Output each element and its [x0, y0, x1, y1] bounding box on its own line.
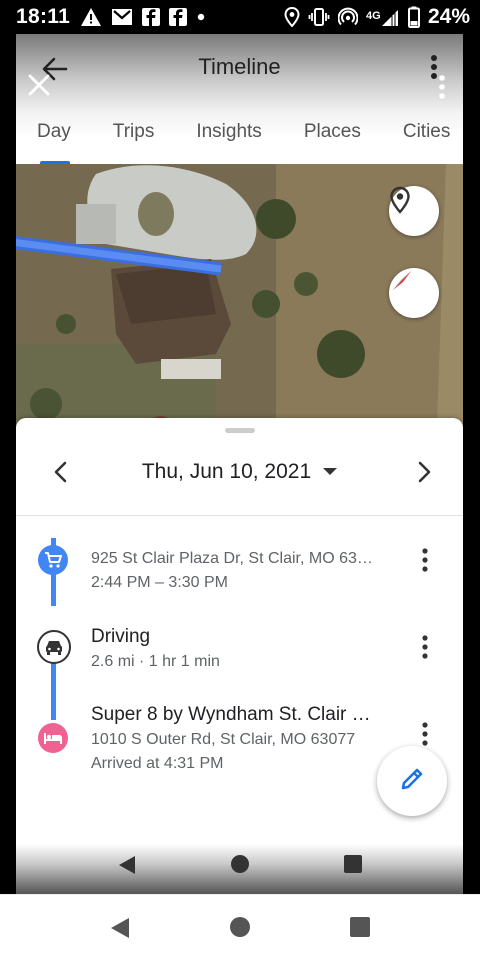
compass-button[interactable]: [389, 268, 439, 318]
home-circle-icon[interactable]: [230, 854, 250, 879]
page-title: Timeline: [198, 54, 281, 79]
notification-icons: [80, 7, 206, 27]
location-button[interactable]: [389, 186, 439, 236]
edit-button[interactable]: [377, 746, 447, 816]
pencil-icon: [398, 765, 426, 798]
tab-cities[interactable]: Cities: [382, 116, 463, 164]
battery-icon: [407, 6, 420, 28]
signal-icon: 4G: [366, 7, 400, 27]
facebook-icon: [142, 8, 161, 26]
date-picker[interactable]: Thu, Jun 10, 2021: [16, 460, 463, 484]
tab-bar: Day Trips Insights Places Cities: [16, 116, 463, 165]
shopping-cart-icon: [38, 545, 68, 575]
location-icon: [284, 7, 300, 27]
timeline-bottom-sheet: Thu, Jun 10, 2021 925 St Clair Plaza Dr,…: [16, 418, 463, 894]
tab-places[interactable]: Places: [283, 116, 382, 164]
timeline-screen: Timeline Day Trips Insights Places Citie…: [16, 34, 463, 894]
place-title[interactable]: Super 8 by Wyndham St. Clair …: [91, 704, 371, 726]
activity-title[interactable]: Driving: [91, 626, 150, 648]
warning-icon: [80, 7, 102, 27]
navigation-bar: [0, 894, 480, 960]
status-time: 18:11: [16, 5, 71, 28]
back-triangle-icon[interactable]: [108, 916, 132, 945]
tab-insights[interactable]: Insights: [175, 116, 282, 164]
item-overflow-menu-icon[interactable]: [421, 635, 429, 661]
facebook-icon: [169, 8, 188, 26]
recents-square-icon[interactable]: [343, 854, 363, 879]
place-time-range: 2:44 PM – 3:30 PM: [91, 574, 228, 591]
more-notifications-dot-icon: [196, 12, 206, 22]
place-arrival-time: Arrived at 4:31 PM: [91, 755, 224, 772]
back-triangle-icon[interactable]: [116, 854, 138, 881]
place-address: 1010 S Outer Rd, St Clair, MO 63077: [91, 731, 356, 748]
app-header: Timeline Day Trips Insights Places Citie…: [16, 34, 463, 165]
satellite-map[interactable]: [16, 164, 463, 454]
inner-navigation-bar: [16, 844, 463, 894]
overlay-more-icon[interactable]: [437, 74, 447, 100]
system-icons: 4G 24%: [284, 5, 470, 29]
selected-date: Thu, Jun 10, 2021: [141, 460, 312, 483]
recents-square-icon[interactable]: [349, 916, 371, 943]
item-overflow-menu-icon[interactable]: [421, 722, 429, 748]
network-type-label: 4G: [366, 10, 381, 22]
home-circle-icon[interactable]: [229, 916, 251, 943]
vibrate-icon: [308, 7, 330, 27]
hotspot-icon: [337, 7, 358, 27]
dropdown-caret-icon: [323, 467, 338, 475]
divider: [16, 515, 463, 516]
status-bar: 18:11 4G 24%: [0, 0, 480, 34]
drag-handle[interactable]: [225, 428, 255, 433]
battery-percent: 24%: [427, 5, 470, 28]
next-day-chevron-icon[interactable]: [413, 460, 435, 484]
car-icon: [37, 630, 71, 664]
date-navigator: Thu, Jun 10, 2021: [16, 448, 463, 498]
place-address[interactable]: 925 St Clair Plaza Dr, St Clair, MO 63…: [91, 550, 373, 568]
tab-trips[interactable]: Trips: [92, 116, 176, 164]
activity-details: 2.6 mi · 1 hr 1 min: [91, 653, 220, 670]
gmail-icon: [111, 8, 133, 26]
item-overflow-menu-icon[interactable]: [421, 548, 429, 574]
tab-day[interactable]: Day: [16, 116, 92, 165]
hotel-bed-icon: [38, 723, 68, 753]
